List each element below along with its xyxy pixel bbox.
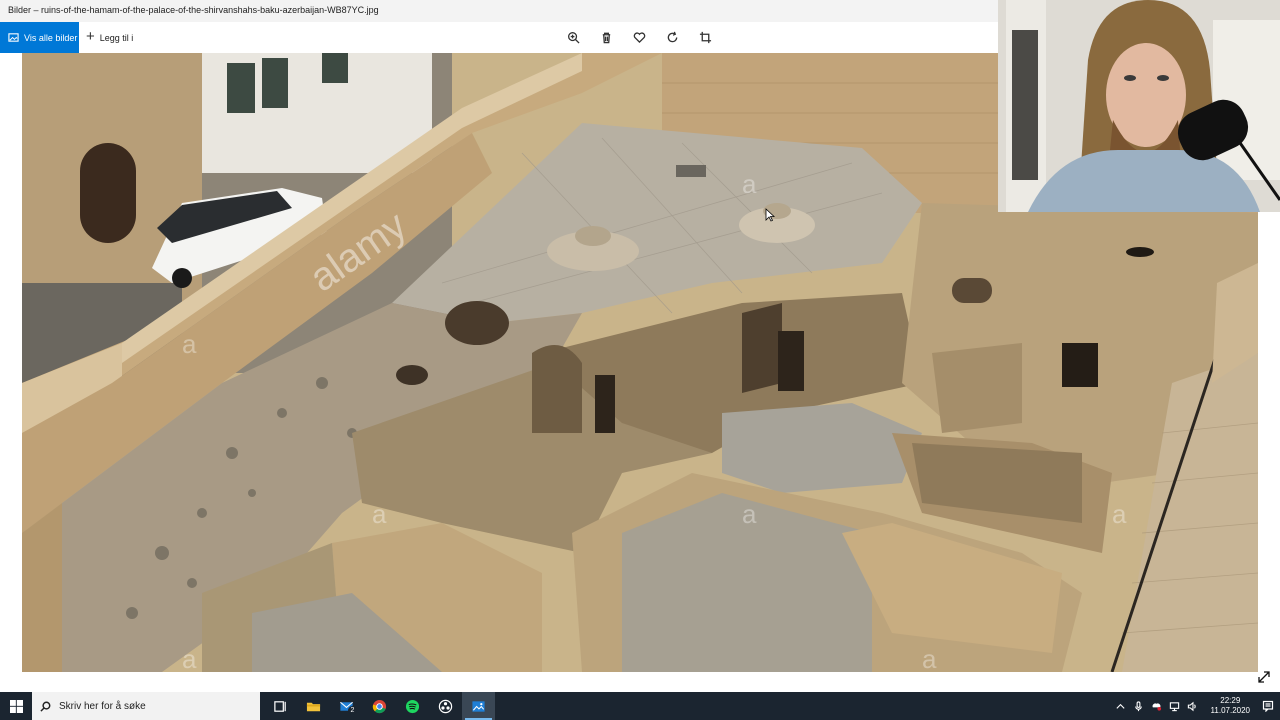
taskbar-mail[interactable]: 2 bbox=[330, 692, 363, 720]
search-placeholder: Skriv her for å søke bbox=[59, 700, 146, 712]
zoom-in-icon[interactable] bbox=[564, 29, 582, 46]
taskbar-file-explorer[interactable] bbox=[297, 692, 330, 720]
volume-icon[interactable] bbox=[1187, 700, 1199, 712]
search-icon bbox=[40, 701, 51, 712]
taskbar-obs[interactable] bbox=[429, 692, 462, 720]
crop-icon[interactable] bbox=[696, 29, 714, 46]
task-view-icon bbox=[274, 700, 286, 712]
obs-icon bbox=[438, 699, 453, 713]
svg-text:a: a bbox=[742, 499, 757, 529]
taskbar-chrome[interactable] bbox=[363, 692, 396, 720]
add-to-label: Legg til i bbox=[99, 32, 134, 43]
chrome-icon bbox=[372, 699, 387, 713]
clock-date: 11.07.2020 bbox=[1210, 706, 1250, 715]
windows-logo-icon bbox=[9, 699, 23, 713]
svg-text:a: a bbox=[372, 499, 387, 529]
antivirus-icon[interactable] bbox=[1151, 700, 1163, 712]
streamer-webcam-image bbox=[998, 0, 1280, 212]
system-tray: 22:29 11.07.2020 bbox=[1115, 692, 1280, 720]
chevron-up-icon[interactable] bbox=[1115, 700, 1127, 712]
desktop-screen: Bilder – ruins-of-the-hamam-of-the-palac… bbox=[0, 0, 1280, 720]
svg-text:a: a bbox=[1112, 499, 1127, 529]
svg-text:a: a bbox=[922, 644, 937, 672]
folder-icon bbox=[306, 702, 321, 711]
microphone-icon[interactable] bbox=[1133, 700, 1145, 712]
taskbar-search-box[interactable]: Skriv her for å søke bbox=[32, 692, 260, 720]
mail-badge: 2 bbox=[348, 706, 357, 715]
webcam-overlay bbox=[998, 0, 1280, 212]
taskbar-photos[interactable] bbox=[462, 692, 495, 720]
taskbar: Skriv her for å søke 2 22:29 11.07.2020 bbox=[0, 692, 1280, 720]
delete-icon[interactable] bbox=[597, 29, 615, 46]
spotify-icon bbox=[405, 699, 420, 713]
photos-icon bbox=[8, 33, 19, 42]
photos-app-icon bbox=[472, 700, 485, 712]
view-all-photos-button[interactable]: Vis alle bilder bbox=[0, 22, 79, 53]
svg-text:a: a bbox=[182, 329, 197, 359]
clock-time: 22:29 bbox=[1220, 696, 1241, 705]
svg-text:a: a bbox=[182, 644, 197, 672]
window-title: Bilder – ruins-of-the-hamam-of-the-palac… bbox=[8, 5, 379, 15]
start-button[interactable] bbox=[0, 692, 32, 720]
plus-icon: + bbox=[86, 28, 95, 45]
view-all-label: Vis alle bilder bbox=[24, 32, 78, 43]
network-icon[interactable] bbox=[1169, 700, 1181, 712]
rotate-icon[interactable] bbox=[663, 29, 681, 46]
expand-icon[interactable] bbox=[1257, 670, 1271, 684]
mouse-cursor-icon bbox=[765, 208, 775, 222]
add-to-button[interactable]: + Legg til i bbox=[86, 22, 133, 53]
task-view-button[interactable] bbox=[264, 692, 297, 720]
title-bar: Bilder – ruins-of-the-hamam-of-the-palac… bbox=[0, 0, 1000, 22]
svg-text:a: a bbox=[742, 169, 757, 199]
taskbar-spotify[interactable] bbox=[396, 692, 429, 720]
clock[interactable]: 22:29 11.07.2020 bbox=[1211, 696, 1250, 716]
notifications-icon[interactable] bbox=[1262, 700, 1274, 712]
favorite-icon[interactable] bbox=[630, 29, 648, 46]
photo-toolbar: Vis alle bilder + Legg til i bbox=[0, 22, 1000, 53]
